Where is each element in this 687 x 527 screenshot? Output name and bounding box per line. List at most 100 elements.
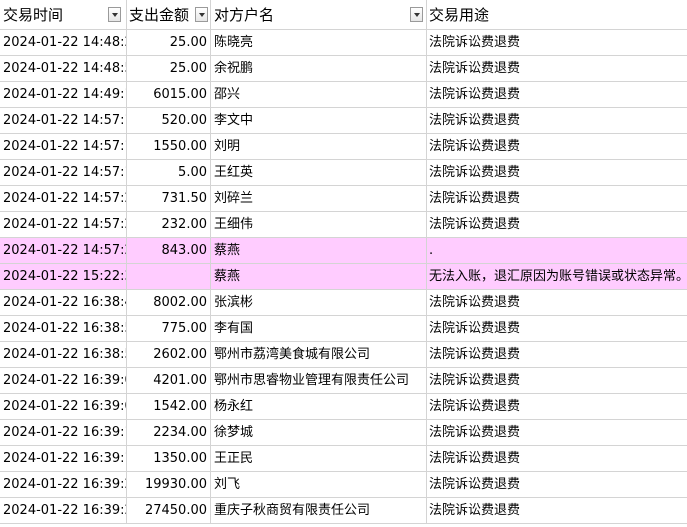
cell-time[interactable]: 2024-01-22 14:57:13	[0, 134, 127, 160]
table-row[interactable]: 2024-01-22 14:49:116015.00邵兴法院诉讼费退费	[0, 82, 687, 108]
cell-amount[interactable]: 19930.00	[127, 472, 211, 498]
cell-party[interactable]: 重庆子秋商贸有限责任公司	[211, 498, 427, 524]
header-cell-purpose[interactable]: 交易用途	[427, 0, 687, 30]
cell-time[interactable]: 2024-01-22 16:38:54	[0, 342, 127, 368]
cell-purpose[interactable]: .	[427, 238, 687, 264]
table-row[interactable]: 2024-01-22 14:57:145.00王红英法院诉讼费退费	[0, 160, 687, 186]
cell-amount[interactable]: 2602.00	[127, 342, 211, 368]
table-row[interactable]: 2024-01-22 16:38:542602.00鄂州市荔湾美食城有限公司法院…	[0, 342, 687, 368]
cell-party[interactable]: 王正民	[211, 446, 427, 472]
cell-party[interactable]: 刘明	[211, 134, 427, 160]
cell-time[interactable]: 2024-01-22 16:39:13	[0, 420, 127, 446]
cell-party[interactable]: 徐梦城	[211, 420, 427, 446]
cell-time[interactable]: 2024-01-22 16:39:06	[0, 368, 127, 394]
table-row[interactable]: 2024-01-22 15:22:32 蔡燕无法入账，退汇原因为账号错误或状态异常…	[0, 264, 687, 290]
cell-amount[interactable]: 6015.00	[127, 82, 211, 108]
table-row[interactable]: 2024-01-22 14:48:2825.00陈晓亮法院诉讼费退费	[0, 30, 687, 56]
cell-amount[interactable]: 843.00	[127, 238, 211, 264]
cell-amount[interactable]: 8002.00	[127, 290, 211, 316]
cell-party[interactable]: 鄂州市思睿物业管理有限责任公司	[211, 368, 427, 394]
cell-purpose[interactable]: 法院诉讼费退费	[427, 368, 687, 394]
cell-amount[interactable]: 775.00	[127, 316, 211, 342]
cell-purpose[interactable]: 法院诉讼费退费	[427, 446, 687, 472]
cell-purpose[interactable]: 法院诉讼费退费	[427, 108, 687, 134]
cell-purpose[interactable]: 法院诉讼费退费	[427, 160, 687, 186]
cell-purpose[interactable]: 法院诉讼费退费	[427, 472, 687, 498]
cell-time[interactable]: 2024-01-22 14:48:50	[0, 56, 127, 82]
header-cell-time[interactable]: 交易时间	[0, 0, 127, 30]
cell-amount[interactable]: 520.00	[127, 108, 211, 134]
table-row[interactable]: 2024-01-22 14:48:5025.00余祝鹏法院诉讼费退费	[0, 56, 687, 82]
cell-party[interactable]: 王红英	[211, 160, 427, 186]
cell-time[interactable]: 2024-01-22 16:39:21	[0, 472, 127, 498]
filter-dropdown-icon[interactable]	[410, 7, 423, 22]
cell-time[interactable]: 2024-01-22 14:57:22	[0, 186, 127, 212]
cell-time[interactable]: 2024-01-22 16:38:52	[0, 316, 127, 342]
filter-dropdown-icon[interactable]	[195, 7, 208, 22]
cell-purpose[interactable]: 无法入账，退汇原因为账号错误或状态异常。	[427, 264, 687, 290]
cell-time[interactable]: 2024-01-22 14:57:25	[0, 238, 127, 264]
cell-time[interactable]: 2024-01-22 14:48:28	[0, 30, 127, 56]
table-row[interactable]: 2024-01-22 14:57:25843.00蔡燕.	[0, 238, 687, 264]
cell-time[interactable]: 2024-01-22 16:38:43	[0, 290, 127, 316]
cell-party[interactable]: 张滨彬	[211, 290, 427, 316]
cell-amount[interactable]: 5.00	[127, 160, 211, 186]
cell-time[interactable]: 2024-01-22 15:22:32	[0, 264, 127, 290]
cell-time[interactable]: 2024-01-22 14:57:24	[0, 212, 127, 238]
cell-party[interactable]: 邵兴	[211, 82, 427, 108]
table-row[interactable]: 2024-01-22 16:39:171350.00王正民法院诉讼费退费	[0, 446, 687, 472]
cell-amount[interactable]: 4201.00	[127, 368, 211, 394]
table-row[interactable]: 2024-01-22 16:39:2327450.00重庆子秋商贸有限责任公司法…	[0, 498, 687, 524]
cell-purpose[interactable]: 法院诉讼费退费	[427, 290, 687, 316]
cell-amount[interactable]	[127, 264, 211, 290]
cell-purpose[interactable]: 法院诉讼费退费	[427, 186, 687, 212]
cell-amount[interactable]: 731.50	[127, 186, 211, 212]
cell-party[interactable]: 刘飞	[211, 472, 427, 498]
cell-time[interactable]: 2024-01-22 14:57:14	[0, 160, 127, 186]
cell-amount[interactable]: 1542.00	[127, 394, 211, 420]
cell-party[interactable]: 李有国	[211, 316, 427, 342]
cell-party[interactable]: 杨永红	[211, 394, 427, 420]
cell-time[interactable]: 2024-01-22 16:39:08	[0, 394, 127, 420]
cell-party[interactable]: 蔡燕	[211, 238, 427, 264]
cell-purpose[interactable]: 法院诉讼费退费	[427, 56, 687, 82]
cell-party[interactable]: 刘碎兰	[211, 186, 427, 212]
cell-time[interactable]: 2024-01-22 16:39:23	[0, 498, 127, 524]
cell-amount[interactable]: 25.00	[127, 30, 211, 56]
cell-amount[interactable]: 27450.00	[127, 498, 211, 524]
cell-purpose[interactable]: 法院诉讼费退费	[427, 212, 687, 238]
cell-time[interactable]: 2024-01-22 14:49:11	[0, 82, 127, 108]
cell-amount[interactable]: 25.00	[127, 56, 211, 82]
cell-time[interactable]: 2024-01-22 16:39:17	[0, 446, 127, 472]
cell-amount[interactable]: 1550.00	[127, 134, 211, 160]
table-row[interactable]: 2024-01-22 14:57:131550.00刘明法院诉讼费退费	[0, 134, 687, 160]
cell-purpose[interactable]: 法院诉讼费退费	[427, 394, 687, 420]
cell-purpose[interactable]: 法院诉讼费退费	[427, 342, 687, 368]
header-cell-party[interactable]: 对方户名	[211, 0, 427, 30]
cell-amount[interactable]: 2234.00	[127, 420, 211, 446]
cell-party[interactable]: 李文中	[211, 108, 427, 134]
table-row[interactable]: 2024-01-22 16:38:52775.00李有国法院诉讼费退费	[0, 316, 687, 342]
cell-purpose[interactable]: 法院诉讼费退费	[427, 30, 687, 56]
table-row[interactable]: 2024-01-22 16:39:081542.00杨永红法院诉讼费退费	[0, 394, 687, 420]
table-row[interactable]: 2024-01-22 16:39:2119930.00刘飞法院诉讼费退费	[0, 472, 687, 498]
cell-party[interactable]: 鄂州市荔湾美食城有限公司	[211, 342, 427, 368]
cell-party[interactable]: 王细伟	[211, 212, 427, 238]
table-row[interactable]: 2024-01-22 14:57:12520.00李文中法院诉讼费退费	[0, 108, 687, 134]
cell-party[interactable]: 蔡燕	[211, 264, 427, 290]
cell-purpose[interactable]: 法院诉讼费退费	[427, 498, 687, 524]
header-cell-amount[interactable]: 支出金额	[127, 0, 211, 30]
cell-party[interactable]: 陈晓亮	[211, 30, 427, 56]
table-row[interactable]: 2024-01-22 14:57:24232.00王细伟法院诉讼费退费	[0, 212, 687, 238]
cell-purpose[interactable]: 法院诉讼费退费	[427, 316, 687, 342]
cell-party[interactable]: 余祝鹏	[211, 56, 427, 82]
table-row[interactable]: 2024-01-22 16:39:064201.00鄂州市思睿物业管理有限责任公…	[0, 368, 687, 394]
cell-amount[interactable]: 1350.00	[127, 446, 211, 472]
cell-purpose[interactable]: 法院诉讼费退费	[427, 420, 687, 446]
table-row[interactable]: 2024-01-22 14:57:22731.50刘碎兰法院诉讼费退费	[0, 186, 687, 212]
cell-amount[interactable]: 232.00	[127, 212, 211, 238]
table-row[interactable]: 2024-01-22 16:38:438002.00张滨彬法院诉讼费退费	[0, 290, 687, 316]
cell-purpose[interactable]: 法院诉讼费退费	[427, 82, 687, 108]
cell-time[interactable]: 2024-01-22 14:57:12	[0, 108, 127, 134]
table-row[interactable]: 2024-01-22 16:39:132234.00徐梦城法院诉讼费退费	[0, 420, 687, 446]
